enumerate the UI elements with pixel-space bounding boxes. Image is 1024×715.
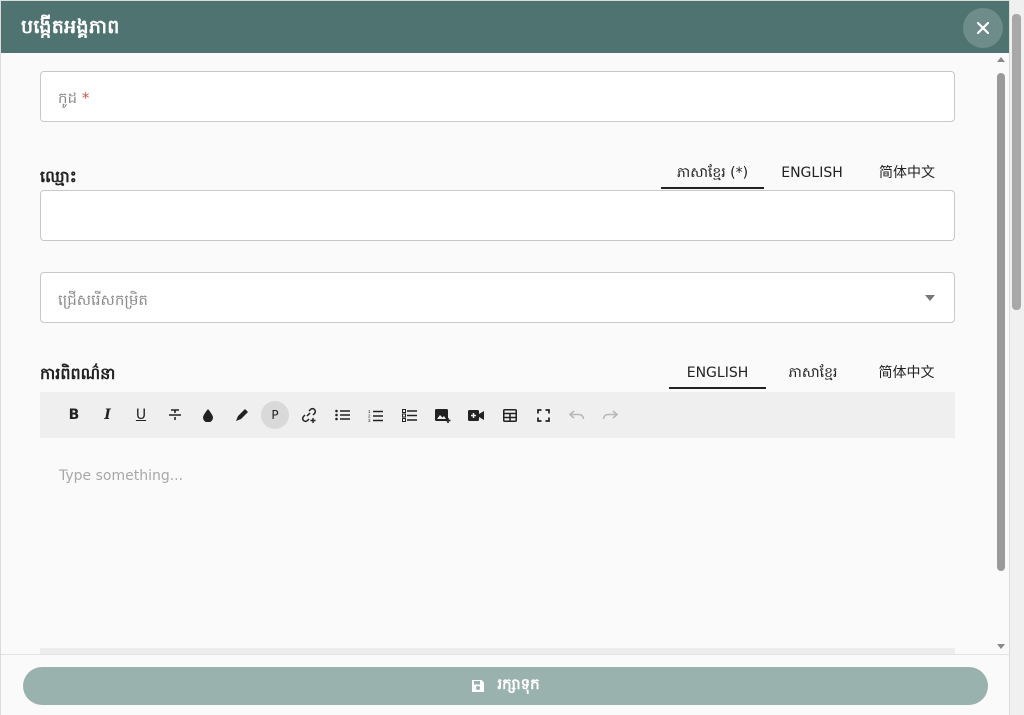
save-button[interactable]: រក្សាទុក	[23, 667, 988, 705]
numbered-list-button[interactable]: 123	[362, 401, 390, 429]
numbered-list-icon: 123	[368, 409, 383, 422]
dialog-title: បង្កើតអង្គភាព	[21, 16, 120, 38]
bold-button[interactable]: B	[60, 401, 88, 429]
text-color-button[interactable]	[194, 401, 222, 429]
chevron-down-icon	[925, 295, 935, 301]
insert-image-button[interactable]	[429, 401, 457, 429]
code-input[interactable]: កូដ *	[40, 71, 955, 122]
marker-icon	[235, 409, 248, 421]
description-language-tabs: ENGLISH ភាសាខ្មែរ 简体中文	[669, 359, 953, 389]
tab-description-khmer[interactable]: ភាសាខ្មែរ	[766, 359, 860, 389]
bullet-list-icon	[334, 409, 350, 421]
dialog-footer: រក្សាទុក	[1, 654, 1009, 715]
undo-button[interactable]	[563, 401, 591, 429]
link-add-icon	[301, 407, 316, 423]
video-add-icon	[468, 409, 484, 421]
insert-video-button[interactable]	[462, 401, 490, 429]
checklist-button[interactable]	[395, 401, 423, 429]
dialog-scrollbar-thumb[interactable]	[997, 73, 1005, 571]
redo-icon	[602, 410, 618, 420]
tab-description-english[interactable]: ENGLISH	[669, 359, 766, 389]
save-label: រក្សាទុក	[497, 675, 540, 693]
name-label: ឈ្មោះ	[40, 167, 77, 186]
tab-name-chinese[interactable]: 简体中文	[860, 159, 954, 189]
droplet-icon	[203, 409, 213, 422]
bullet-list-button[interactable]	[328, 401, 356, 429]
checklist-icon	[401, 408, 417, 422]
highlight-button[interactable]	[228, 401, 256, 429]
italic-button[interactable]: I	[94, 401, 122, 429]
image-add-icon	[434, 408, 450, 423]
tab-name-khmer[interactable]: ភាសាខ្មែរ (*)	[661, 159, 764, 189]
required-mark: *	[81, 89, 90, 107]
save-icon	[472, 680, 485, 692]
page-scrollbar-thumb[interactable]	[1012, 14, 1021, 310]
insert-link-button[interactable]	[295, 401, 323, 429]
redo-button[interactable]	[596, 401, 624, 429]
scroll-down-arrow[interactable]	[997, 644, 1005, 649]
close-button[interactable]	[963, 8, 1003, 48]
name-input[interactable]	[40, 190, 955, 241]
level-select[interactable]: ជ្រើសរើសកម្រិត	[40, 272, 955, 323]
undo-icon	[568, 410, 584, 420]
name-language-tabs: ភាសាខ្មែរ (*) ENGLISH 简体中文	[661, 159, 954, 189]
tab-description-chinese[interactable]: 简体中文	[860, 359, 953, 389]
description-editor[interactable]: Type something...	[40, 438, 955, 648]
scroll-up-arrow[interactable]	[997, 57, 1005, 62]
paragraph-button[interactable]: P	[261, 401, 289, 429]
editor-toolbar: B I U P 123	[40, 392, 955, 438]
description-label: ការពិពណ៌នា	[40, 364, 116, 383]
create-unit-dialog: បង្កើតអង្គភាព កូដ * ឈ្មោះ ភាសាខ្មែរ (*) …	[0, 0, 1010, 715]
svg-text:3: 3	[368, 418, 371, 422]
underline-button[interactable]: U	[127, 401, 155, 429]
code-placeholder: កូដ *	[58, 89, 90, 107]
strikethrough-button[interactable]	[161, 401, 189, 429]
insert-table-button[interactable]	[496, 401, 524, 429]
table-icon	[502, 408, 517, 422]
tab-name-english[interactable]: ENGLISH	[764, 159, 860, 189]
level-placeholder: ជ្រើសរើសកម្រិត	[58, 291, 148, 309]
editor-placeholder: Type something...	[59, 468, 184, 484]
strikethrough-icon	[168, 409, 181, 420]
fullscreen-button[interactable]	[529, 401, 557, 429]
dialog-header: បង្កើតអង្គភាព	[1, 1, 1009, 53]
fullscreen-icon	[536, 408, 550, 422]
close-icon	[976, 21, 990, 35]
